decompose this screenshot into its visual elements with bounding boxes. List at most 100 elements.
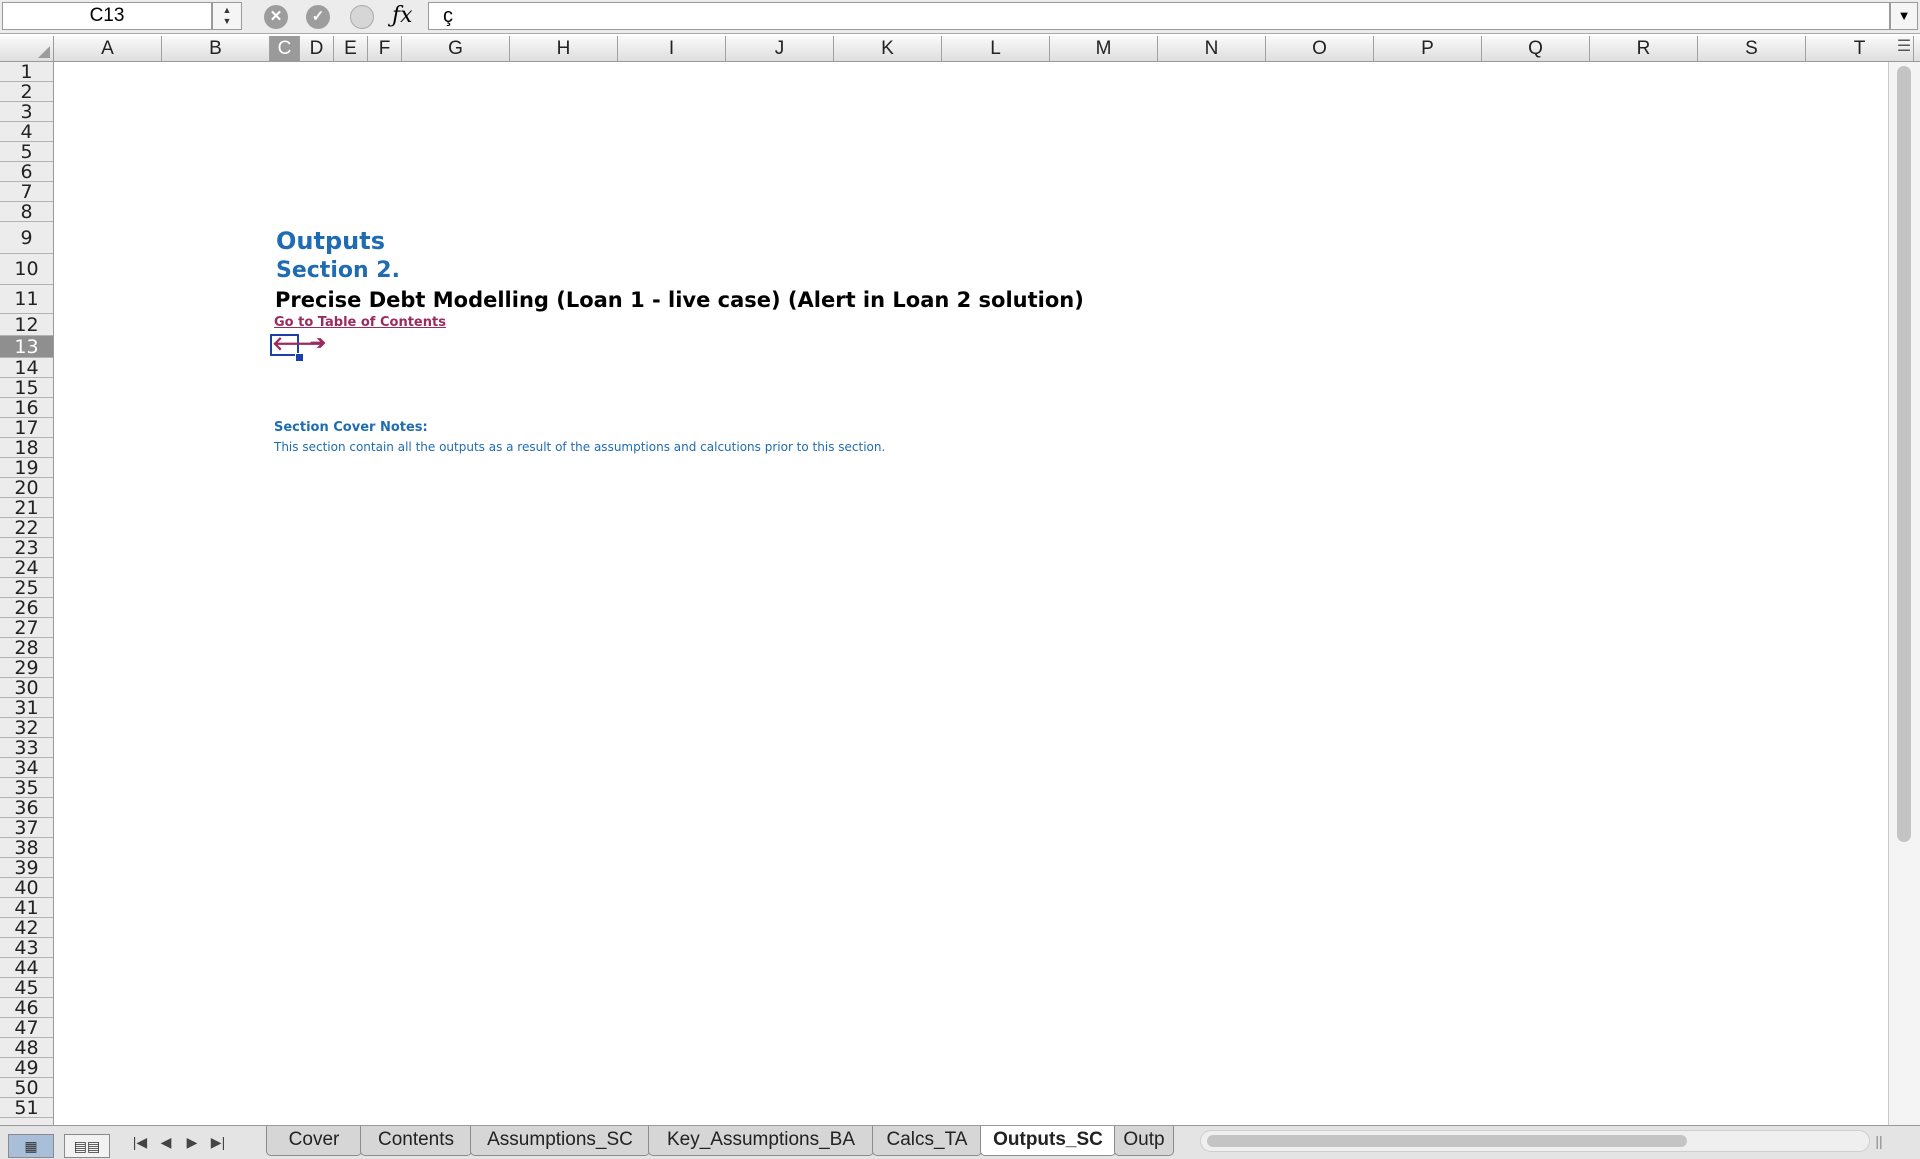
row-header-15[interactable]: 15	[0, 378, 53, 398]
row-header-28[interactable]: 28	[0, 638, 53, 658]
cancel-icon[interactable]: ✕	[264, 5, 288, 29]
row-header-14[interactable]: 14	[0, 358, 53, 378]
row-header-30[interactable]: 30	[0, 678, 53, 698]
sheet-tab-outputs-sc[interactable]: Outputs_SC	[980, 1126, 1116, 1156]
row-header-46[interactable]: 46	[0, 998, 53, 1018]
row-header-36[interactable]: 36	[0, 798, 53, 818]
row-header-29[interactable]: 29	[0, 658, 53, 678]
column-header-q[interactable]: Q	[1482, 36, 1590, 61]
name-box[interactable]: C13	[2, 2, 212, 30]
row-header-2[interactable]: 2	[0, 82, 53, 102]
row-header-17[interactable]: 17	[0, 418, 53, 438]
column-header-a[interactable]: A	[54, 36, 162, 61]
sheet-tab-key-assumptions-ba[interactable]: Key_Assumptions_BA	[648, 1126, 874, 1156]
column-header-j[interactable]: J	[726, 36, 834, 61]
next-sheet-icon[interactable]: ▶	[180, 1131, 204, 1153]
row-header-22[interactable]: 22	[0, 518, 53, 538]
row-header-27[interactable]: 27	[0, 618, 53, 638]
row-header-45[interactable]: 45	[0, 978, 53, 998]
row-header-16[interactable]: 16	[0, 398, 53, 418]
row-header-21[interactable]: 21	[0, 498, 53, 518]
vertical-scrollbar-thumb[interactable]	[1897, 66, 1911, 842]
row-header-42[interactable]: 42	[0, 918, 53, 938]
row-header-19[interactable]: 19	[0, 458, 53, 478]
row-header-39[interactable]: 39	[0, 858, 53, 878]
next-section-arrow-icon[interactable]: ➔	[307, 334, 329, 356]
split-view-icon[interactable]: ☰	[1888, 36, 1920, 61]
fill-handle[interactable]	[295, 353, 304, 362]
row-header-3[interactable]: 3	[0, 102, 53, 122]
row-header-10[interactable]: 10	[0, 254, 53, 285]
page-layout-view-icon[interactable]: ▤▤	[64, 1134, 110, 1158]
row-header-32[interactable]: 32	[0, 718, 53, 738]
split-handle-icon[interactable]: ||	[1872, 1130, 1886, 1152]
column-header-p[interactable]: P	[1374, 36, 1482, 61]
name-box-stepper-icon[interactable]: ▲▼	[212, 2, 242, 30]
cover-notes-title[interactable]: Section Cover Notes:	[274, 420, 428, 435]
row-header-48[interactable]: 48	[0, 1038, 53, 1058]
column-header-r[interactable]: R	[1590, 36, 1698, 61]
previous-sheet-icon[interactable]: ◀	[154, 1131, 178, 1153]
row-header-37[interactable]: 37	[0, 818, 53, 838]
row-header-7[interactable]: 7	[0, 182, 53, 202]
column-header-b[interactable]: B	[162, 36, 270, 61]
column-header-o[interactable]: O	[1266, 36, 1374, 61]
row-header-35[interactable]: 35	[0, 778, 53, 798]
row-header-43[interactable]: 43	[0, 938, 53, 958]
last-sheet-icon[interactable]: ▶|	[206, 1131, 230, 1153]
row-header-38[interactable]: 38	[0, 838, 53, 858]
column-header-k[interactable]: K	[834, 36, 942, 61]
horizontal-scrollbar-thumb[interactable]	[1207, 1135, 1687, 1147]
row-header-26[interactable]: 26	[0, 598, 53, 618]
cell-grid[interactable]: Outputs Section 2. Precise Debt Modellin…	[54, 62, 1888, 1125]
select-all-button[interactable]	[0, 36, 54, 61]
row-header-44[interactable]: 44	[0, 958, 53, 978]
row-header-5[interactable]: 5	[0, 142, 53, 162]
horizontal-scrollbar[interactable]	[1200, 1130, 1870, 1152]
row-header-25[interactable]: 25	[0, 578, 53, 598]
row-header-47[interactable]: 47	[0, 1018, 53, 1038]
row-header-13[interactable]: 13	[0, 336, 53, 358]
model-title[interactable]: Precise Debt Modelling (Loan 1 - live ca…	[275, 288, 1084, 312]
function-icon[interactable]: ƒx	[392, 3, 413, 28]
column-header-d[interactable]: D	[300, 36, 334, 61]
row-header-12[interactable]: 12	[0, 314, 53, 336]
column-header-f[interactable]: F	[368, 36, 402, 61]
row-header-23[interactable]: 23	[0, 538, 53, 558]
row-header-18[interactable]: 18	[0, 438, 53, 458]
column-header-i[interactable]: I	[618, 36, 726, 61]
first-sheet-icon[interactable]: |◀	[128, 1131, 152, 1153]
row-header-11[interactable]: 11	[0, 285, 53, 314]
row-header-9[interactable]: 9	[0, 222, 53, 254]
column-header-e[interactable]: E	[334, 36, 368, 61]
sheet-tab-cover[interactable]: Cover	[266, 1126, 362, 1156]
column-header-c[interactable]: C	[270, 36, 300, 61]
row-header-8[interactable]: 8	[0, 202, 53, 222]
column-header-h[interactable]: H	[510, 36, 618, 61]
row-header-41[interactable]: 41	[0, 898, 53, 918]
confirm-icon[interactable]: ✓	[306, 5, 330, 29]
cover-notes-body[interactable]: This section contain all the outputs as …	[274, 440, 885, 454]
normal-view-icon[interactable]: ▦	[8, 1134, 54, 1158]
row-header-40[interactable]: 40	[0, 878, 53, 898]
sheet-tab-assumptions-sc[interactable]: Assumptions_SC	[470, 1126, 650, 1156]
section-heading[interactable]: Section 2.	[276, 258, 400, 283]
row-header-20[interactable]: 20	[0, 478, 53, 498]
column-header-s[interactable]: S	[1698, 36, 1806, 61]
row-header-33[interactable]: 33	[0, 738, 53, 758]
column-header-n[interactable]: N	[1158, 36, 1266, 61]
row-header-1[interactable]: 1	[0, 62, 53, 82]
column-header-m[interactable]: M	[1050, 36, 1158, 61]
formula-expand-icon[interactable]: ▼	[1890, 2, 1918, 30]
sheet-tab-contents[interactable]: Contents	[360, 1126, 472, 1156]
row-header-49[interactable]: 49	[0, 1058, 53, 1078]
function-circle-icon[interactable]	[350, 5, 374, 29]
outputs-heading[interactable]: Outputs	[276, 227, 385, 255]
row-header-50[interactable]: 50	[0, 1078, 53, 1098]
row-header-24[interactable]: 24	[0, 558, 53, 578]
vertical-scrollbar[interactable]	[1888, 62, 1920, 1125]
row-header-6[interactable]: 6	[0, 162, 53, 182]
sheet-tab-calcs-ta[interactable]: Calcs_TA	[872, 1126, 982, 1156]
column-header-l[interactable]: L	[942, 36, 1050, 61]
sheet-tab-outp[interactable]: Outp	[1114, 1126, 1174, 1156]
